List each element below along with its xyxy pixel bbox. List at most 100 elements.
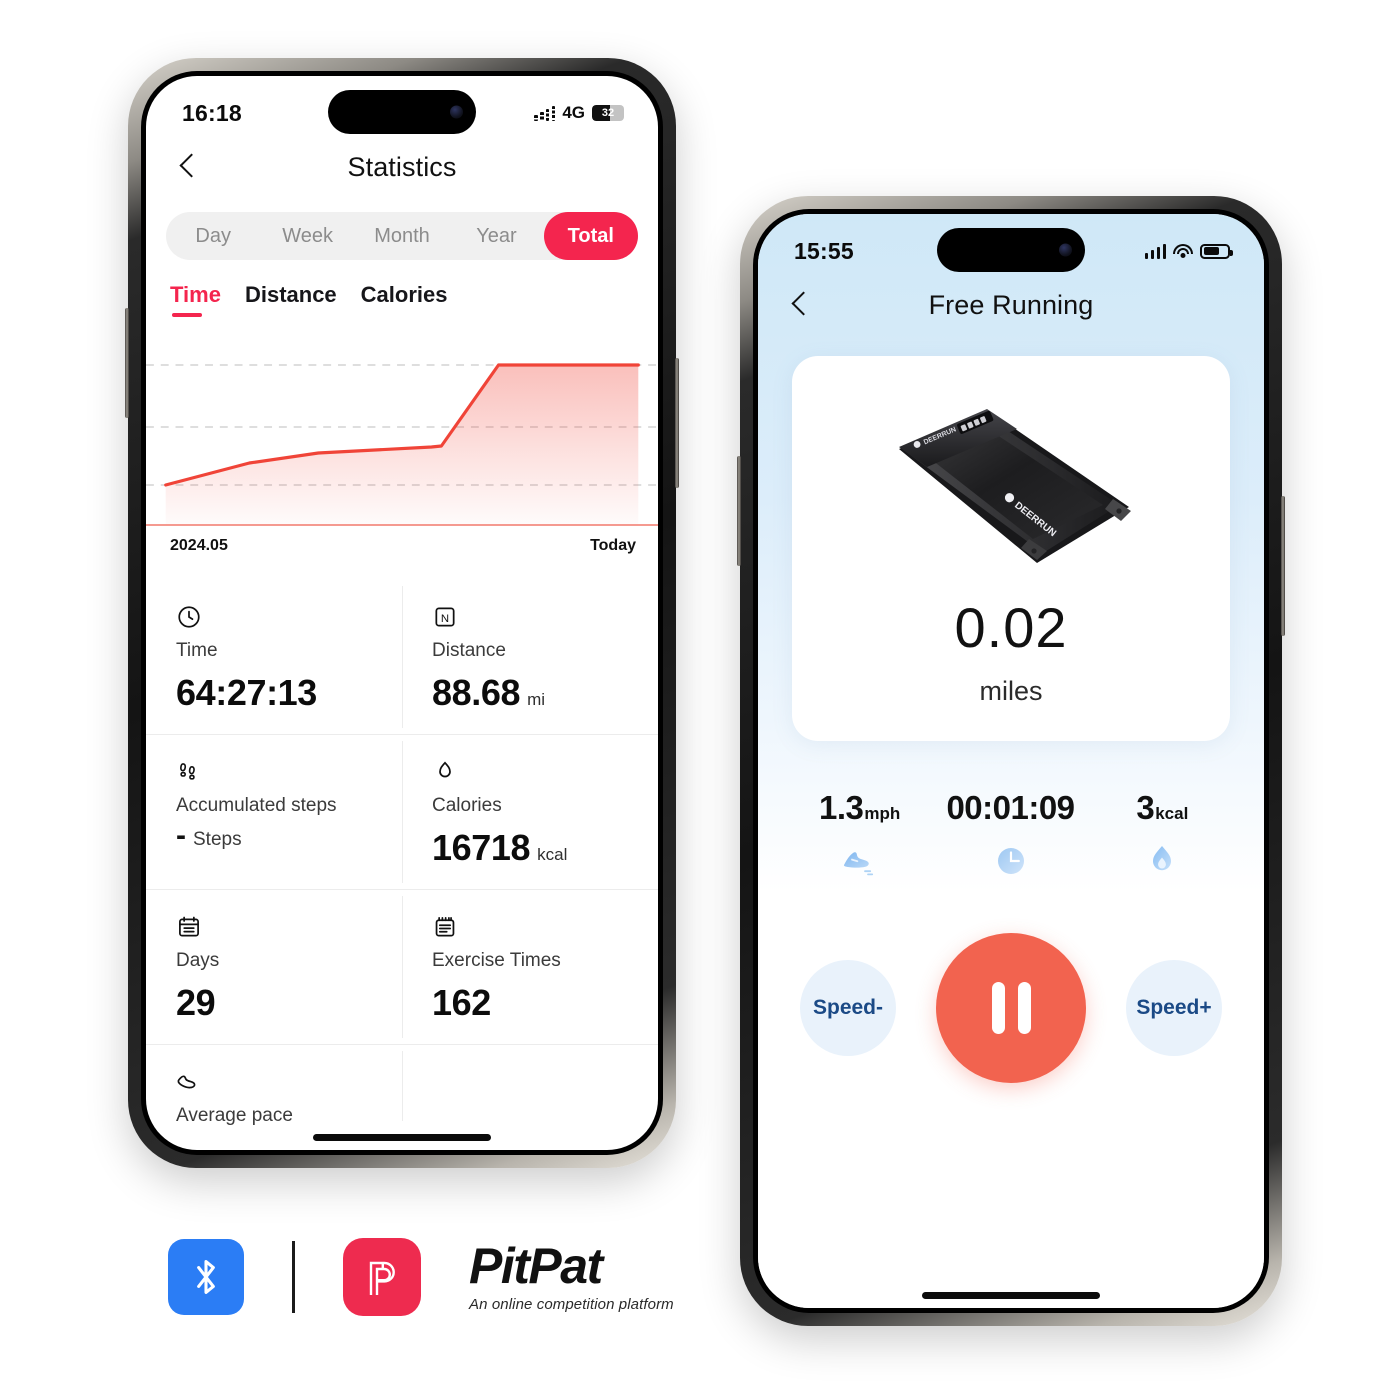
flame-icon xyxy=(1087,841,1238,881)
right-phone-device: 15:55 Free Running DEERRUN DEERRUN 0.02 … xyxy=(737,196,1285,1326)
distance-badge-icon: N xyxy=(432,602,658,632)
workout-controls: Speed- Speed+ xyxy=(758,933,1264,1083)
stat-label: Distance xyxy=(432,640,506,661)
stat-cell-empty xyxy=(402,1045,658,1127)
stats-row: Days 29 Exercise Times 162 xyxy=(146,889,658,1044)
page-title: Statistics xyxy=(347,151,457,182)
deerrun-walking-pad-treadmill: DEERRUN DEERRUN xyxy=(792,382,1230,592)
stat-value: 29 xyxy=(176,982,216,1023)
footsteps-icon xyxy=(176,757,402,787)
tab-distance[interactable]: Distance xyxy=(245,282,337,317)
calendar-icon xyxy=(176,912,402,942)
left-phone-power-button xyxy=(675,358,679,488)
stat-label: Exercise Times xyxy=(432,950,561,971)
brand-divider xyxy=(292,1241,295,1313)
chart-axis-labels: 2024.05 Today xyxy=(146,533,658,555)
metric-unit: kcal xyxy=(1155,804,1189,823)
clock-icon xyxy=(935,841,1086,881)
right-phone-bezel: 15:55 Free Running DEERRUN DEERRUN 0.02 … xyxy=(753,209,1269,1313)
stat-cell-steps: Accumulated steps - Steps xyxy=(146,735,402,889)
metric-speed: 1.3 mph xyxy=(784,789,935,881)
stat-value-row: 88.68 mi xyxy=(432,672,658,714)
signal-bars-icon xyxy=(1144,243,1166,259)
shoe-icon xyxy=(176,1067,402,1097)
status-indicators xyxy=(1144,243,1233,259)
left-phone-volume-buttons xyxy=(125,308,129,418)
stat-label: Time xyxy=(176,640,218,661)
brand-name: PitPat xyxy=(469,1238,603,1294)
stats-row: Time 64:27:13 N Distance 88.68 mi xyxy=(146,580,658,734)
range-tab-month[interactable]: Month xyxy=(355,212,449,260)
stat-label: Accumulated steps xyxy=(176,795,337,816)
stat-value-row: 64:27:13 xyxy=(176,672,402,714)
right-nav-bar: Free Running xyxy=(758,274,1264,336)
stat-value-row: 29 xyxy=(176,982,402,1024)
pause-icon xyxy=(1017,982,1031,1034)
metric-value-row: 1.3 mph xyxy=(784,789,935,827)
wifi-icon xyxy=(1173,243,1193,259)
stat-cell-distance: N Distance 88.68 mi xyxy=(402,580,658,734)
svg-text:N: N xyxy=(441,613,449,625)
clock-icon xyxy=(176,602,402,632)
status-time: 16:18 xyxy=(182,99,242,126)
stat-cell-exercise-times: Exercise Times 162 xyxy=(402,890,658,1044)
signal-bars-icon xyxy=(534,105,556,121)
metric-value: 1.3 xyxy=(819,789,864,826)
flame-icon xyxy=(432,757,658,787)
tab-time[interactable]: Time xyxy=(170,282,221,317)
range-tab-year[interactable]: Year xyxy=(449,212,543,260)
stat-label: Calories xyxy=(432,795,502,816)
brand-bar: PitPat An online competition platform xyxy=(168,1238,674,1316)
chart-svg xyxy=(146,363,658,526)
range-tab-week[interactable]: Week xyxy=(260,212,354,260)
chart-end-label: Today xyxy=(590,537,636,554)
statistics-grid: Time 64:27:13 N Distance 88.68 mi Accumu… xyxy=(146,580,658,1127)
battery-icon: 32 xyxy=(592,105,624,121)
metric-calories: 3 kcal xyxy=(1087,789,1238,881)
stat-cell-calories: Calories 16718 kcal xyxy=(402,735,658,889)
metric-value-row: 3 kcal xyxy=(1087,789,1238,827)
statistics-screen: 16:18 4G 32 Statistics Day Week Month Ye… xyxy=(146,76,658,1150)
workout-metrics-row: 1.3 mph 00:01:09 3 kcal xyxy=(758,789,1264,881)
metric-duration: 00:01:09 xyxy=(935,789,1086,881)
metric-value: 00:01:09 xyxy=(946,789,1075,826)
pause-icon xyxy=(991,982,1005,1034)
left-phone-bezel: 16:18 4G 32 Statistics Day Week Month Ye… xyxy=(141,71,663,1155)
right-status-bar: 15:55 xyxy=(758,214,1264,274)
stat-value-row: 16718 kcal xyxy=(432,827,658,869)
range-tab-total[interactable]: Total xyxy=(543,212,639,260)
metric-tab-bar[interactable]: Time Distance Calories xyxy=(146,260,658,317)
left-phone-device: 16:18 4G 32 Statistics Day Week Month Ye… xyxy=(125,58,679,1168)
range-segmented-control[interactable]: Day Week Month Year Total xyxy=(166,212,639,260)
speed-up-button[interactable]: Speed+ xyxy=(1126,960,1222,1056)
distance-unit: miles xyxy=(979,676,1043,706)
stat-unit: Steps xyxy=(193,829,242,850)
brand-tagline: An online competition platform xyxy=(469,1296,674,1313)
status-indicators: 4G 32 xyxy=(534,103,624,123)
battery-icon xyxy=(1200,243,1233,259)
left-nav-bar: Statistics xyxy=(146,136,658,198)
left-status-bar: 16:18 4G 32 xyxy=(146,76,658,136)
stat-unit: mi xyxy=(527,690,546,709)
stat-cell-days: Days 29 xyxy=(146,890,402,1044)
stat-cell-time: Time 64:27:13 xyxy=(146,580,402,734)
stat-value-row: - Steps xyxy=(176,821,402,851)
chart-start-label: 2024.05 xyxy=(170,537,228,554)
network-type-label: 4G xyxy=(562,103,585,122)
pause-button[interactable] xyxy=(936,933,1086,1083)
stat-unit: kcal xyxy=(537,845,568,864)
range-tab-day[interactable]: Day xyxy=(166,212,260,260)
pitpat-wordmark: PitPat An online competition platform xyxy=(469,1241,674,1313)
distance-card: DEERRUN DEERRUN 0.02 miles xyxy=(792,356,1230,741)
home-indicator xyxy=(922,1292,1100,1299)
stat-value: 162 xyxy=(432,982,491,1023)
battery-level-label: 32 xyxy=(601,107,615,119)
speed-down-button[interactable]: Speed- xyxy=(800,960,896,1056)
pitpat-p-icon xyxy=(343,1238,421,1316)
time-area-chart: 2024.05 Today xyxy=(146,343,658,558)
stat-value: 64:27:13 xyxy=(176,672,317,713)
bluetooth-icon xyxy=(168,1239,244,1315)
tab-calories[interactable]: Calories xyxy=(361,282,448,317)
notepad-icon xyxy=(432,912,658,942)
distance-value: 0.02 xyxy=(954,596,1068,659)
